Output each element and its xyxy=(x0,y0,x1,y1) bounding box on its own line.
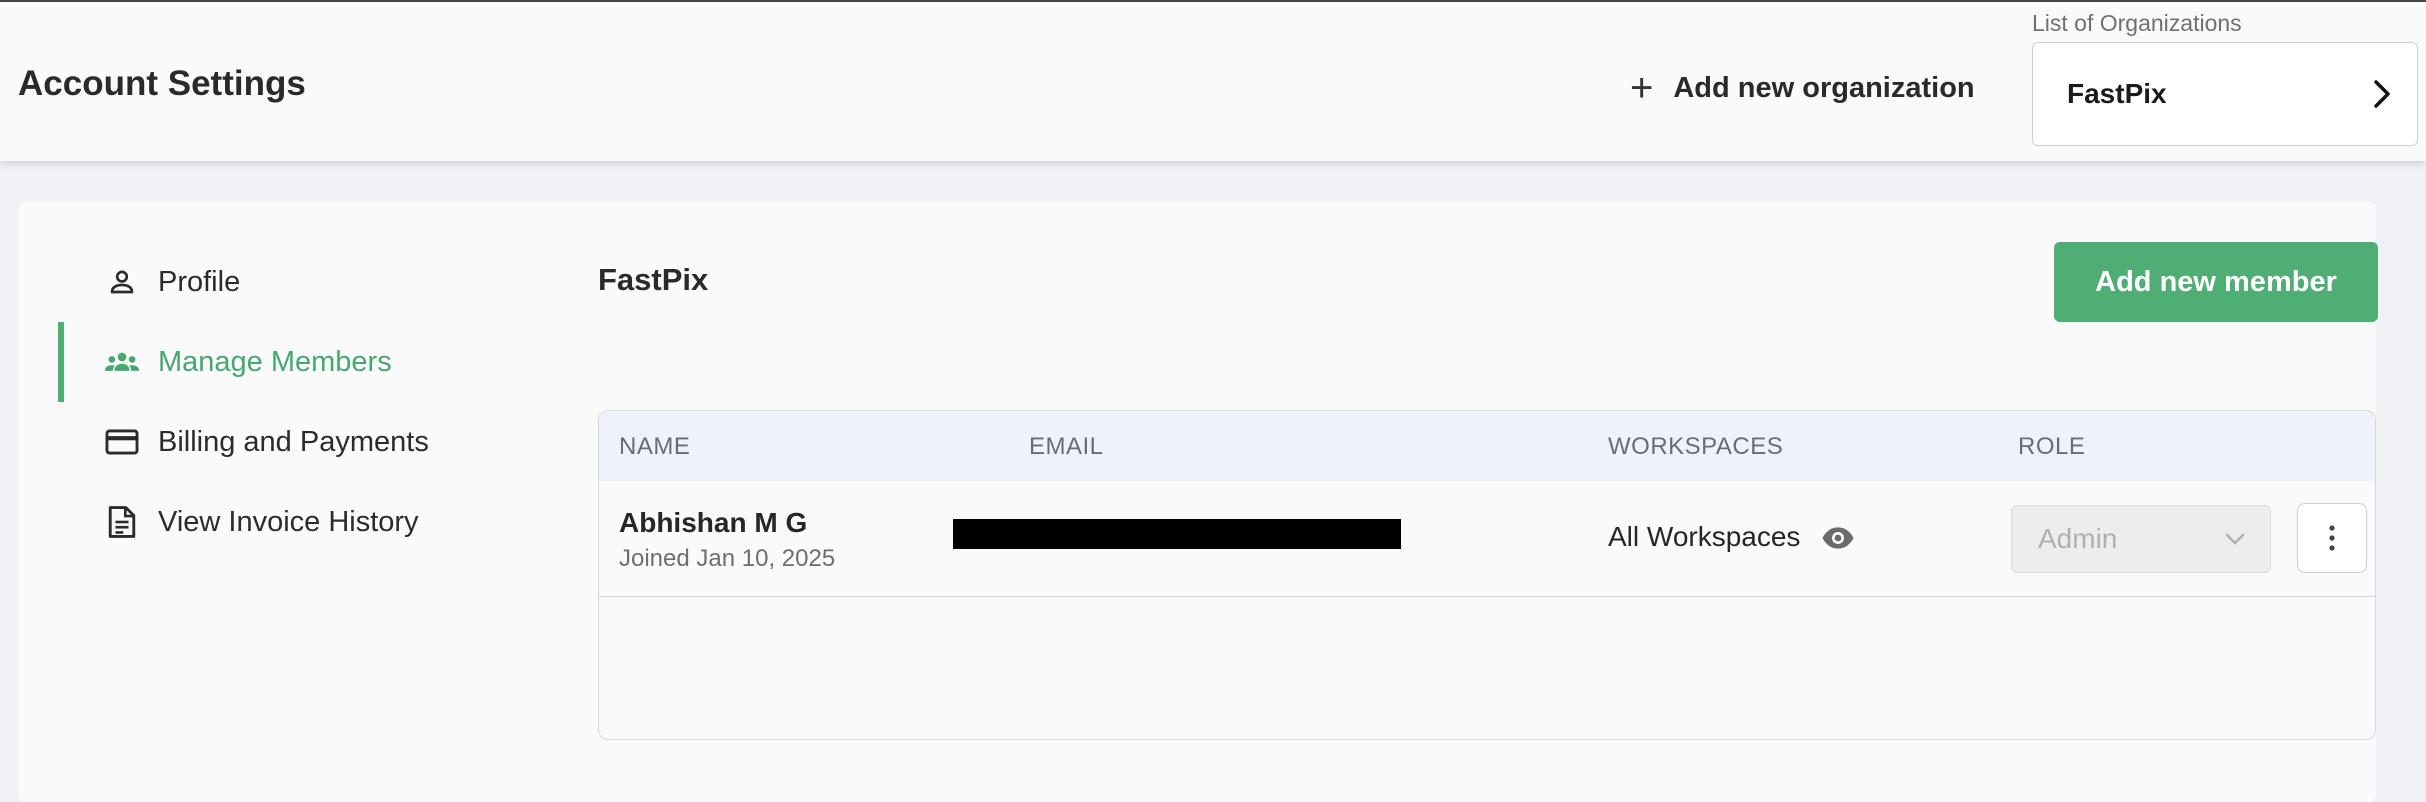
document-icon xyxy=(102,502,142,542)
sidebar-item-manage-members[interactable]: Manage Members xyxy=(58,322,518,402)
plus-icon: + xyxy=(1630,66,1654,110)
sidebar-item-label: Billing and Payments xyxy=(158,425,429,458)
member-joined-date: Joined Jan 10, 2025 xyxy=(619,545,836,572)
selected-organization: FastPix xyxy=(2067,78,2167,109)
organization-selector[interactable]: FastPix xyxy=(2032,42,2418,146)
member-email-redacted xyxy=(953,519,1401,549)
column-header-workspaces: WORKSPACES xyxy=(1608,433,1784,460)
eye-icon[interactable] xyxy=(1821,523,1855,553)
sidebar-item-label: Manage Members xyxy=(158,345,392,378)
sidebar-item-profile[interactable]: Profile xyxy=(58,242,518,322)
organization-title: FastPix xyxy=(598,262,709,297)
row-actions-button[interactable] xyxy=(2297,503,2367,573)
member-name: Abhishan M G xyxy=(619,507,808,538)
chevron-right-icon xyxy=(2374,80,2390,108)
add-organization-label: Add new organization xyxy=(1673,71,1975,104)
credit-card-icon xyxy=(102,422,142,462)
main-panel: Profile Manage Members Billing and Payme… xyxy=(18,202,2378,802)
sidebar-item-invoice-history[interactable]: View Invoice History xyxy=(58,482,518,562)
sidebar-item-label: View Invoice History xyxy=(158,505,419,538)
page-title: Account Settings xyxy=(18,64,306,103)
member-workspaces: All Workspaces xyxy=(1608,521,1801,552)
role-select[interactable]: Admin xyxy=(2011,505,2271,573)
add-member-button[interactable]: Add new member xyxy=(2054,242,2378,322)
members-table: NAME EMAIL WORKSPACES ROLE Abhishan M G … xyxy=(598,410,2376,740)
chevron-down-icon xyxy=(2225,533,2245,545)
add-organization-button[interactable]: + Add new organization xyxy=(1630,68,1975,108)
column-header-role: ROLE xyxy=(2018,433,2086,460)
column-header-name: NAME xyxy=(619,433,691,460)
sidebar-item-billing[interactable]: Billing and Payments xyxy=(58,402,518,482)
role-value: Admin xyxy=(2038,523,2118,554)
group-icon xyxy=(102,342,142,382)
column-header-email: EMAIL xyxy=(1029,433,1104,460)
table-header: NAME EMAIL WORKSPACES ROLE xyxy=(599,411,2375,481)
more-vertical-icon xyxy=(2329,525,2335,551)
sidebar-item-label: Profile xyxy=(158,265,241,298)
person-icon xyxy=(102,262,142,302)
table-row: Abhishan M G Joined Jan 10, 2025 All Wor… xyxy=(599,481,2375,597)
top-header: Account Settings + Add new organization … xyxy=(0,0,2426,161)
organizations-caption: List of Organizations xyxy=(2032,10,2242,36)
